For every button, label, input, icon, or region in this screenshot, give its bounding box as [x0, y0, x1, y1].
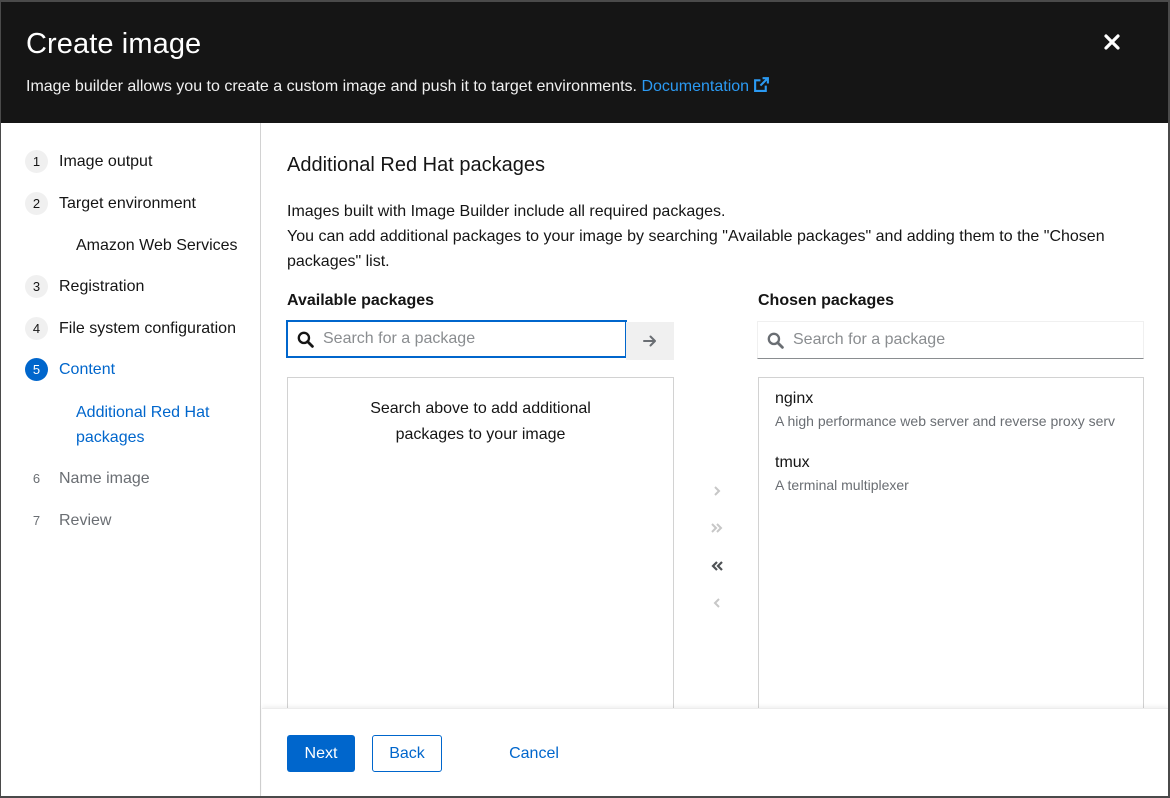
chosen-packages-list[interactable]: nginx A high performance web server and …	[758, 377, 1144, 717]
package-name: tmux	[775, 454, 810, 471]
nav-step-file-system-configuration[interactable]: 4 File system configuration	[25, 317, 236, 340]
nav-step-number: 6	[32, 471, 41, 486]
empty-message-line-2: packages to your image	[395, 426, 566, 443]
available-search-input[interactable]	[323, 330, 603, 348]
wizard-footer: Next Back Cancel	[262, 708, 1168, 796]
chosen-packages-title: Chosen packages	[758, 292, 895, 309]
external-link-icon	[754, 77, 770, 92]
remove-all-button[interactable]	[702, 551, 732, 581]
chosen-search-input[interactable]	[793, 331, 1073, 349]
close-button[interactable]	[1100, 30, 1124, 54]
nav-step-image-output[interactable]: 1 Image output	[25, 150, 152, 173]
modal-header: Create image Image builder allows you to…	[1, 2, 1168, 123]
chosen-search[interactable]	[757, 321, 1144, 359]
add-all-button[interactable]	[702, 513, 732, 543]
package-description: A high performance web server and revers…	[775, 413, 1116, 429]
nav-step-number: 3	[25, 275, 48, 298]
nav-step-content[interactable]: 5 Content	[25, 358, 115, 381]
nav-step-label: File system configuration	[59, 319, 236, 337]
arrow-right-icon	[643, 335, 656, 347]
nav-substep-amazon-web-services[interactable]: Amazon Web Services	[76, 233, 238, 258]
nav-step-label: Registration	[59, 277, 145, 295]
angle-left-icon	[713, 598, 720, 608]
documentation-link[interactable]: Documentation	[641, 77, 770, 95]
nav-substep-additional-red-hat-packages[interactable]: Additional Red Hat packages	[76, 400, 236, 450]
angle-right-icon	[714, 486, 721, 496]
nav-step-registration[interactable]: 3 Registration	[25, 275, 144, 298]
back-button[interactable]: Back	[372, 735, 442, 772]
available-search-submit-button[interactable]	[626, 322, 674, 360]
nav-step-number: 2	[25, 192, 48, 215]
close-icon	[1104, 34, 1120, 50]
documentation-link-label: Documentation	[641, 78, 750, 95]
add-selected-button[interactable]	[702, 476, 732, 506]
nav-step-number: 4	[25, 317, 48, 340]
nav-step-label: Name image	[59, 469, 150, 487]
description-text: Image builder allows you to create a cus…	[26, 78, 637, 95]
nav-step-review[interactable]: 7 Review	[25, 509, 112, 532]
nav-step-number: 7	[32, 513, 41, 528]
nav-step-label: Image output	[59, 152, 153, 170]
package-name: nginx	[775, 390, 814, 407]
available-packages-title: Available packages	[287, 292, 435, 309]
modal-description: Image builder allows you to create a cus…	[26, 76, 770, 96]
section-intro: Images built with Image Builder include …	[287, 199, 1147, 274]
nav-step-label: Target environment	[59, 194, 196, 212]
nav-step-name-image[interactable]: 6 Name image	[25, 467, 150, 490]
available-empty-message: Search above to add additional packages …	[288, 396, 673, 448]
modal-title: Create image	[26, 28, 202, 60]
intro-line-2: You can add additional packages to your …	[287, 228, 1105, 270]
remove-selected-button[interactable]	[702, 588, 732, 618]
section-heading: Additional Red Hat packages	[287, 154, 545, 176]
search-icon	[767, 332, 784, 349]
create-image-modal: Create image Image builder allows you to…	[1, 2, 1168, 796]
nav-step-target-environment[interactable]: 2 Target environment	[25, 192, 196, 215]
next-button[interactable]: Next	[287, 735, 355, 772]
nav-step-label: Review	[59, 511, 112, 529]
wizard-main: Additional Red Hat packages Images built…	[262, 123, 1168, 717]
empty-message-line-1: Search above to add additional	[370, 400, 591, 417]
angle-double-right-icon	[711, 523, 723, 533]
wizard-nav: 1 Image output 2 Target environment Amaz…	[1, 123, 261, 796]
nav-step-number: 1	[25, 150, 48, 173]
intro-line-1: Images built with Image Builder include …	[287, 203, 726, 220]
package-description: A terminal multiplexer	[775, 477, 909, 493]
angle-double-left-icon	[711, 561, 723, 571]
available-search[interactable]	[286, 320, 627, 358]
search-icon	[297, 331, 314, 348]
nav-step-label: Content	[59, 360, 116, 378]
nav-step-number: 5	[25, 358, 48, 381]
chosen-package-item[interactable]: nginx A high performance web server and …	[775, 388, 1115, 432]
chosen-package-item[interactable]: tmux A terminal multiplexer	[775, 452, 909, 496]
cancel-button[interactable]: Cancel	[494, 735, 574, 772]
available-packages-list[interactable]: Search above to add additional packages …	[287, 377, 674, 717]
